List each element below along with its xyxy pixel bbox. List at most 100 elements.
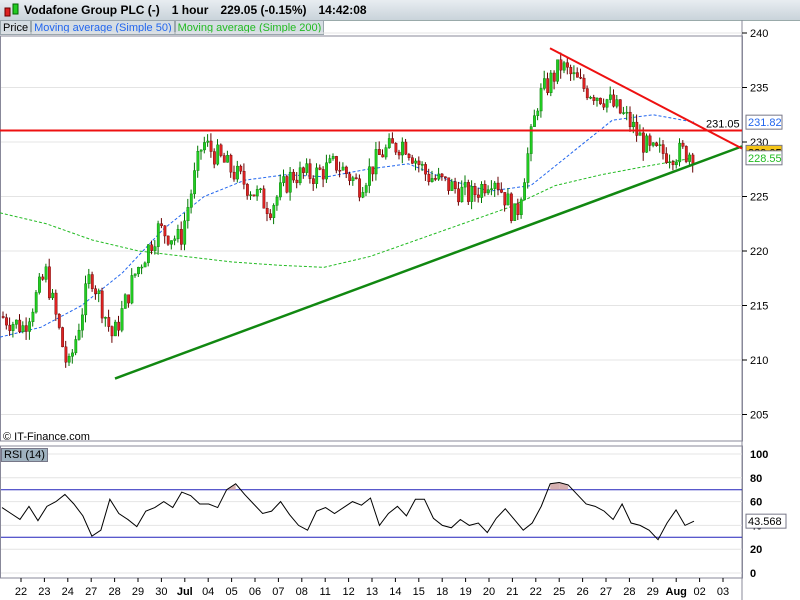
- candle-body: [358, 178, 361, 198]
- candle-body: [255, 189, 259, 197]
- date-tick-label: 18: [436, 586, 448, 598]
- candle-body: [127, 294, 131, 304]
- candle-body: [519, 199, 523, 215]
- candle-body: [378, 149, 381, 155]
- candle-body: [275, 196, 279, 206]
- candle-body: [222, 155, 226, 163]
- candle-body: [292, 171, 295, 181]
- candle-body: [546, 78, 550, 93]
- candle-body: [427, 173, 431, 182]
- candle-body: [688, 154, 692, 162]
- date-tick-label: 19: [459, 586, 471, 598]
- price-tick-label: 220: [750, 246, 768, 258]
- rsi-value-label: 43.568: [748, 516, 782, 528]
- candle-body: [394, 143, 398, 153]
- candle-body: [566, 62, 569, 68]
- candle-body: [351, 177, 355, 181]
- candle-body: [467, 182, 470, 202]
- chart-canvas[interactable]: 2402352302252202152102051008060402002223…: [0, 0, 800, 600]
- candle-body: [381, 154, 385, 158]
- candle-body: [249, 194, 253, 196]
- candle-body: [298, 167, 302, 184]
- candle-body: [206, 140, 210, 143]
- candle-body: [609, 94, 612, 100]
- candle-body: [338, 169, 342, 172]
- candle-body: [523, 182, 527, 200]
- candle-body: [259, 188, 262, 191]
- candle-body: [262, 188, 266, 209]
- candle-body: [582, 77, 586, 89]
- date-tick-label: 29: [132, 586, 144, 598]
- rsi-tick-label: 60: [750, 497, 762, 509]
- rsi-tick-label: 0: [750, 568, 756, 580]
- copyright: © IT-Finance.com: [3, 431, 90, 443]
- date-tick-label: 13: [366, 586, 378, 598]
- price-tick-label: 205: [750, 410, 768, 422]
- candle-body: [364, 185, 368, 193]
- candle-body: [328, 158, 332, 163]
- candle-body: [216, 144, 220, 165]
- candle-body: [80, 314, 84, 331]
- candle-body: [61, 327, 65, 348]
- date-tick-label: 11: [319, 586, 330, 598]
- candle-body: [279, 182, 282, 198]
- candle-body: [473, 186, 477, 196]
- candle-body: [681, 142, 685, 147]
- candle-body: [245, 184, 249, 196]
- candle-body: [503, 192, 507, 206]
- candle-body: [506, 193, 510, 206]
- price-panel-frame: [0, 35, 743, 442]
- candle-body: [678, 142, 682, 163]
- candle-body: [239, 165, 243, 172]
- candle-body: [684, 146, 688, 162]
- candle-body: [516, 203, 520, 215]
- price-tick-label: 225: [750, 192, 768, 204]
- candle-body: [176, 229, 180, 240]
- candle-body: [77, 329, 81, 340]
- date-tick-label: 04: [202, 586, 214, 598]
- candle-body: [226, 155, 229, 163]
- date-tick-label: 28: [623, 586, 635, 598]
- candle-body: [361, 192, 365, 198]
- candle-body: [272, 205, 276, 218]
- candle-body: [117, 321, 121, 331]
- candle-body: [417, 160, 421, 165]
- candle-body: [411, 157, 414, 164]
- candle-body: [318, 167, 322, 170]
- candle-body: [331, 156, 335, 159]
- date-tick-label: 15: [413, 586, 425, 598]
- candle-body: [480, 184, 484, 198]
- candle-body: [374, 149, 378, 175]
- candle-body: [54, 292, 58, 315]
- rsi-line: [1, 482, 695, 541]
- candle-body: [173, 238, 177, 241]
- date-tick-label: 27: [600, 586, 612, 598]
- candle-body: [179, 229, 183, 245]
- candle-body: [387, 138, 391, 148]
- candle-body: [552, 72, 556, 82]
- candle-body: [8, 324, 12, 331]
- candle-body: [543, 78, 546, 89]
- candle-body: [348, 173, 352, 181]
- candle-body: [150, 244, 154, 251]
- rsi-panel-frame: [0, 445, 743, 579]
- candle-body: [163, 225, 167, 237]
- candle-body: [5, 317, 8, 326]
- candle-body: [51, 292, 55, 299]
- candle-body: [110, 326, 114, 337]
- candle-body: [450, 181, 454, 191]
- candle-body: [341, 166, 345, 171]
- rsi-label: RSI (14): [1, 448, 48, 462]
- candle-body: [196, 151, 200, 171]
- candle-body: [549, 72, 553, 93]
- candle-body: [618, 99, 622, 114]
- candle-body: [671, 161, 675, 166]
- candle-body: [87, 274, 91, 284]
- candle-body: [599, 97, 602, 104]
- candle-body: [288, 171, 292, 193]
- candle-body: [183, 220, 187, 245]
- date-tick-label: Aug: [666, 586, 687, 598]
- candle-body: [1, 316, 5, 318]
- level-label: 231.05: [706, 119, 740, 131]
- candle-body: [335, 156, 338, 171]
